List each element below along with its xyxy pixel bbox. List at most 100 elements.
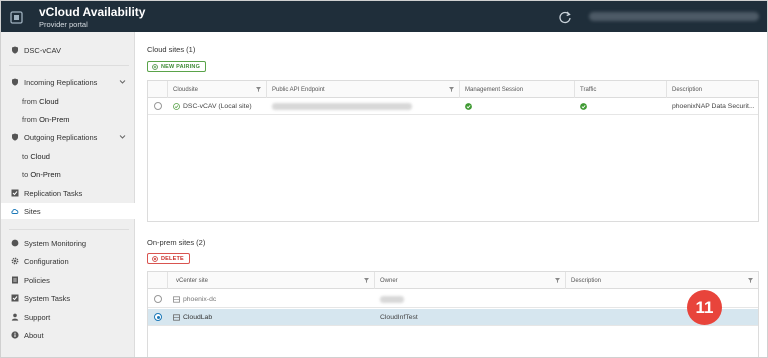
column-header-owner[interactable]: Owner xyxy=(375,272,566,289)
cloud-icon xyxy=(11,208,19,214)
column-header-label: Management Session xyxy=(465,86,524,93)
column-header-label: Owner xyxy=(380,277,398,284)
policy-icon xyxy=(12,276,18,284)
sidebar-item-prefix: to xyxy=(22,169,31,179)
column-header-label: Public API Endpoint xyxy=(272,86,325,93)
table-row[interactable]: CloudLab CloudInfTest xyxy=(148,309,758,326)
new-pairing-label: NEW PAIRING xyxy=(161,63,201,70)
sidebar-item-label: Replication Tasks xyxy=(24,188,83,198)
column-header-traffic[interactable]: Traffic xyxy=(575,81,667,98)
monitor-icon xyxy=(11,239,19,247)
close-circle-icon xyxy=(152,255,158,262)
sidebar-item-from-on-prem[interactable]: from On-Prem xyxy=(1,111,135,127)
sidebar-item-label: On-Prem xyxy=(39,114,70,124)
redacted-owner xyxy=(380,296,404,303)
sidebar-item-sites[interactable]: Sites xyxy=(1,203,135,219)
sidebar-item-prefix: from xyxy=(22,96,40,106)
column-header-label: Description xyxy=(571,277,602,284)
sidebar-item-label: Configuration xyxy=(24,256,69,266)
cloud-sites-grid: Cloudsite Public API Endpoint Management… xyxy=(147,80,759,222)
table-row[interactable]: DSC-vCAV (Local site) phoenixNAP Data Se… xyxy=(148,98,758,115)
sidebar-item-system-monitoring[interactable]: System Monitoring xyxy=(1,235,135,251)
site-cell: phoenix-dc xyxy=(168,291,375,308)
sidebar-item-label: Outgoing Replications xyxy=(24,132,98,142)
row-select-radio[interactable] xyxy=(154,295,162,303)
grid-header: vCenter site Owner Description xyxy=(148,272,758,289)
filter-icon[interactable] xyxy=(555,278,560,283)
sidebar: DSC-vCAV Incoming Replications from Clou… xyxy=(1,32,135,357)
column-header-management-session[interactable]: Management Session xyxy=(460,81,575,98)
column-header-cloudsite[interactable]: Cloudsite xyxy=(168,81,267,98)
refresh-icon[interactable] xyxy=(558,10,572,24)
delete-button[interactable]: DELETE xyxy=(147,253,190,264)
column-header-public-api-endpoint[interactable]: Public API Endpoint xyxy=(267,81,460,98)
grid-header: Cloudsite Public API Endpoint Management… xyxy=(148,81,758,98)
sidebar-item-site[interactable]: DSC-vCAV xyxy=(1,42,135,58)
sidebar-item-label: System Tasks xyxy=(24,293,71,303)
sidebar-item-system-tasks[interactable]: System Tasks xyxy=(1,290,135,306)
sidebar-item-label: Cloud xyxy=(39,96,59,106)
new-pairing-button[interactable]: NEW PAIRING xyxy=(147,61,207,72)
app-title: vCloud Availability xyxy=(39,5,146,19)
column-header-description[interactable]: Description xyxy=(566,272,758,289)
shield-icon xyxy=(12,133,18,141)
server-icon xyxy=(173,296,180,303)
sidebar-divider xyxy=(9,65,129,66)
sidebar-item-about[interactable]: About xyxy=(1,327,135,343)
column-header-vcenter-site[interactable]: vCenter site xyxy=(168,272,375,289)
column-header-label: Cloudsite xyxy=(173,86,199,93)
sidebar-item-to-on-prem[interactable]: to On-Prem xyxy=(1,166,135,182)
sidebar-item-prefix: to xyxy=(22,151,31,161)
owner-cell: CloudInfTest xyxy=(380,314,418,321)
sidebar-item-label: On-Prem xyxy=(30,169,61,179)
sidebar-item-label: About xyxy=(24,330,44,340)
column-header-label: vCenter site xyxy=(176,277,209,284)
shield-icon xyxy=(12,78,18,86)
column-header-description[interactable]: Description xyxy=(667,81,758,98)
callout-number-badge: 11 xyxy=(687,290,722,325)
sidebar-item-label: Cloud xyxy=(30,151,50,161)
management-session-cell xyxy=(460,98,575,115)
chevron-down-icon[interactable] xyxy=(119,78,126,85)
status-ok-icon xyxy=(580,103,587,110)
description-cell xyxy=(566,291,758,308)
sidebar-item-outgoing-replications[interactable]: Outgoing Replications xyxy=(1,129,135,145)
server-icon xyxy=(173,314,180,321)
sidebar-item-policies[interactable]: Policies xyxy=(1,272,135,288)
sidebar-item-prefix: from xyxy=(22,114,40,124)
redacted-endpoint xyxy=(272,103,412,110)
info-icon xyxy=(11,331,19,339)
chevron-down-icon[interactable] xyxy=(119,133,126,140)
sidebar-item-incoming-replications[interactable]: Incoming Replications xyxy=(1,74,135,90)
sidebar-item-label: DSC-vCAV xyxy=(24,45,61,55)
site-name: phoenix-dc xyxy=(183,296,217,303)
filter-icon[interactable] xyxy=(449,87,454,92)
sidebar-divider xyxy=(9,229,129,230)
gear-icon xyxy=(11,257,19,265)
delete-label: DELETE xyxy=(161,255,184,262)
filter-icon[interactable] xyxy=(256,87,261,92)
onprem-sites-title: On-prem sites (2) xyxy=(147,238,206,247)
app-header: vCloud Availability Provider portal xyxy=(1,1,767,32)
app-subtitle: Provider portal xyxy=(39,20,88,29)
description-cell: phoenixNAP Data Securit... xyxy=(672,103,755,110)
table-row[interactable]: phoenix-dc xyxy=(148,291,758,308)
check-circle-icon xyxy=(173,103,180,110)
sidebar-item-replication-tasks[interactable]: Replication Tasks xyxy=(1,185,135,201)
plus-circle-icon xyxy=(152,63,158,70)
sidebar-item-from-cloud[interactable]: from Cloud xyxy=(1,93,135,109)
filter-icon[interactable] xyxy=(364,278,369,283)
sidebar-item-label: Policies xyxy=(24,275,50,285)
sidebar-item-configuration[interactable]: Configuration xyxy=(1,253,135,269)
row-select-radio[interactable] xyxy=(154,313,162,321)
user-menu[interactable] xyxy=(589,12,759,21)
shield-icon xyxy=(12,46,18,54)
sidebar-item-support[interactable]: Support xyxy=(1,309,135,325)
vmware-logo-icon xyxy=(10,11,23,24)
row-select-radio[interactable] xyxy=(154,102,162,110)
main-content: Cloud sites (1) NEW PAIRING Cloudsite Pu… xyxy=(136,32,767,357)
filter-icon[interactable] xyxy=(748,278,753,283)
site-name: DSC-vCAV (Local site) xyxy=(183,103,252,110)
sidebar-item-to-cloud[interactable]: to Cloud xyxy=(1,148,135,164)
traffic-cell xyxy=(575,98,667,115)
